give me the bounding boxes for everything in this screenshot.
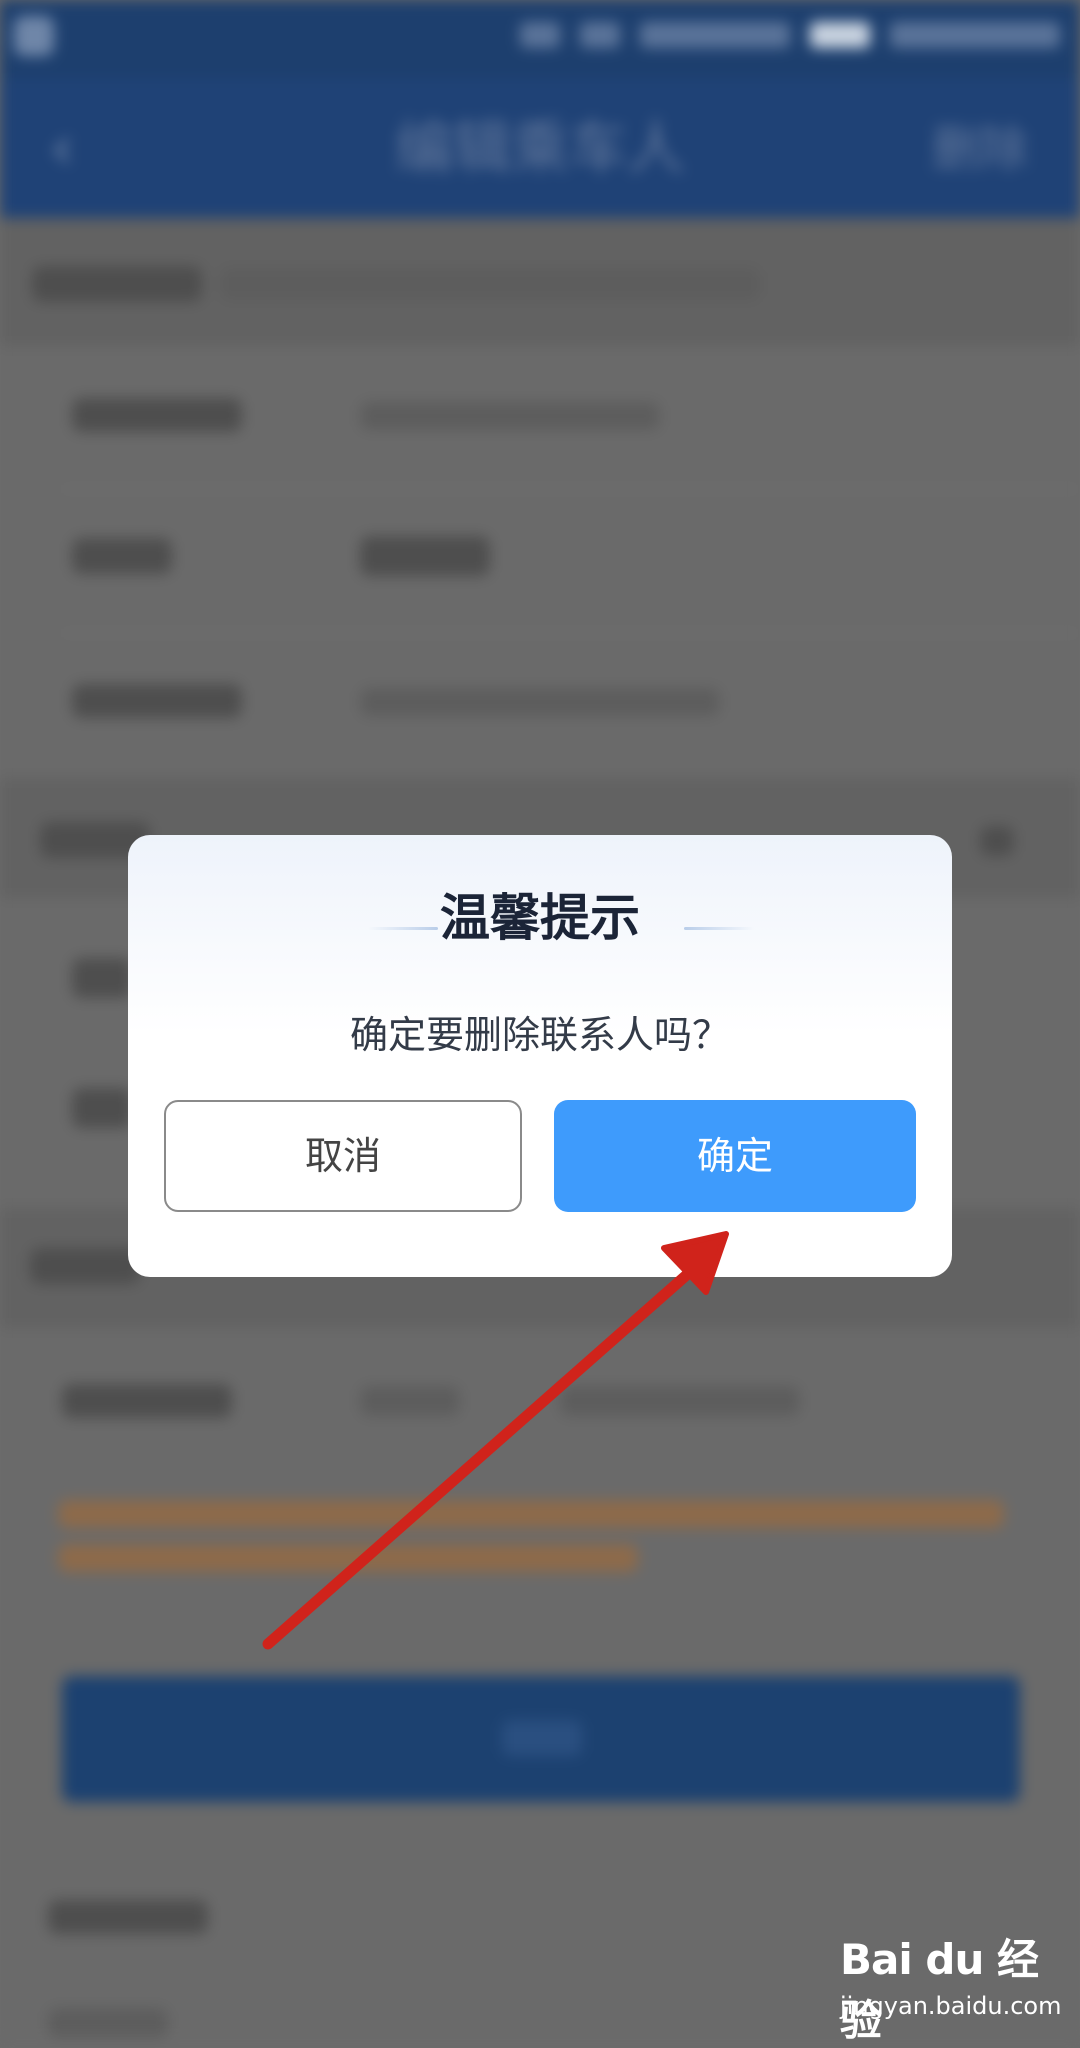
dialog-title: 温馨提示 bbox=[440, 889, 640, 947]
field-value bbox=[360, 688, 720, 716]
status-bar bbox=[0, 0, 1080, 78]
field-value bbox=[360, 536, 490, 576]
watermark-url: jingyan.baidu.com bbox=[840, 1992, 1062, 2020]
delete-button[interactable]: 删除 bbox=[932, 114, 1028, 184]
field-value bbox=[360, 1386, 460, 1416]
watermark-logo: Bai du 经验 bbox=[840, 1935, 1039, 2045]
field-value bbox=[560, 1386, 800, 1416]
warning-text bbox=[58, 1544, 638, 1572]
save-button[interactable] bbox=[62, 1676, 1020, 1802]
footer-label bbox=[48, 2008, 168, 2038]
field-label bbox=[62, 1384, 232, 1418]
confirm-button[interactable]: 确定 bbox=[554, 1100, 916, 1212]
baidu-jingyan-watermark: Bai du 经验 jingyan.baidu.com bbox=[840, 1920, 1061, 2045]
field-label bbox=[72, 684, 242, 718]
app-notification-icon bbox=[14, 16, 54, 56]
field-value bbox=[360, 402, 660, 430]
navbar: ‹ 编辑乘车人 删除 bbox=[0, 78, 1080, 218]
footer-label bbox=[48, 1900, 208, 1934]
cancel-button[interactable]: 取消 bbox=[164, 1100, 522, 1212]
confirm-dialog: 温馨提示 确定要删除联系人吗？ 取消 确定 bbox=[128, 835, 952, 1277]
field-label bbox=[72, 398, 242, 432]
warning-text bbox=[58, 1500, 1004, 1528]
info-banner bbox=[0, 218, 1080, 346]
dialog-message: 确定要删除联系人吗？ bbox=[349, 1013, 730, 1057]
field-label bbox=[72, 958, 132, 998]
field-label bbox=[72, 1088, 132, 1128]
page-title: 编辑乘车人 bbox=[394, 114, 685, 182]
status-icons bbox=[520, 22, 1060, 50]
field-label bbox=[72, 538, 172, 574]
